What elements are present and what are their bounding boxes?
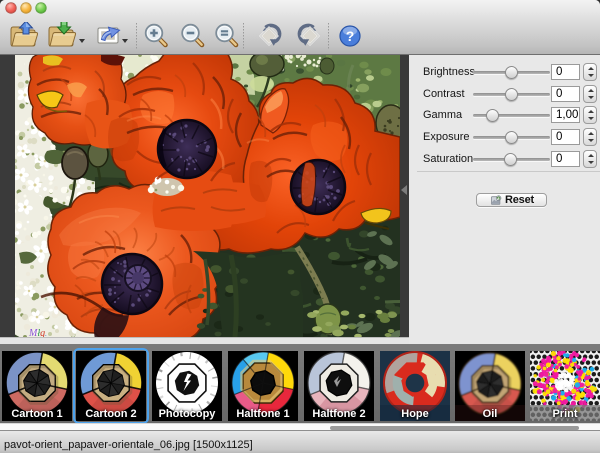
svg-text:?: ?: [346, 28, 355, 44]
svg-text:Młg.: Młg.: [28, 328, 47, 337]
